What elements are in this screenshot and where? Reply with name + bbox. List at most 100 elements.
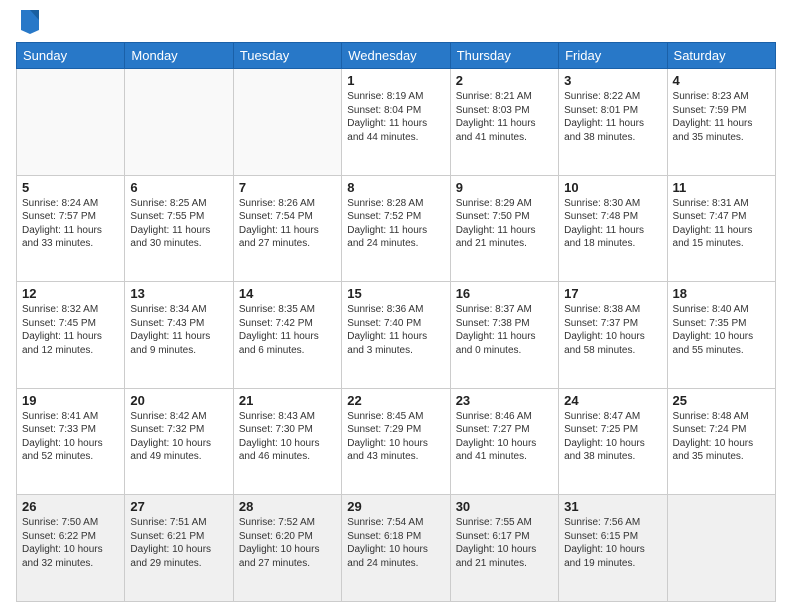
calendar-cell: 27 Sunrise: 7:51 AMSunset: 6:21 PMDayligh…: [125, 495, 233, 602]
calendar-cell: [667, 495, 775, 602]
calendar-cell: 15Sunrise: 8:36 AMSunset: 7:40 PMDayligh…: [342, 282, 450, 389]
cell-content: Sunrise: 8:43 AMSunset: 7:30 PMDaylight:…: [239, 410, 336, 464]
calendar-cell: 29Sunrise: 7:54 AMSunset: 6:18 PMDayligh…: [342, 495, 450, 602]
day-number: 9: [456, 180, 553, 195]
calendar-cell: 8Sunrise: 8:28 AMSunset: 7:52 PMDaylight…: [342, 175, 450, 282]
day-number: 28: [239, 499, 336, 514]
cell-content: Sunrise: 7:51 AMSunset: 6:21 PMDaylight:…: [130, 516, 227, 570]
calendar-cell: 25 Sunrise: 8:48 AMSunset: 7:24 PMDayligh…: [667, 388, 775, 495]
calendar-cell: 21Sunrise: 8:43 AMSunset: 7:30 PMDayligh…: [233, 388, 341, 495]
calendar-cell: 10Sunrise: 8:30 AMSunset: 7:48 PMDayligh…: [559, 175, 667, 282]
day-number: 13: [130, 286, 227, 301]
calendar-cell: 20 Sunrise: 8:42 AMSunset: 7:32 PMDayligh…: [125, 388, 233, 495]
calendar-header-sunday: Sunday: [17, 43, 125, 69]
cell-content: Sunrise: 8:31 AMSunset: 7:47 PMDaylight:…: [673, 197, 770, 251]
cell-content: Sunrise: 8:35 AMSunset: 7:42 PMDaylight:…: [239, 303, 336, 357]
calendar-cell: 17 Sunrise: 8:38 AMSunset: 7:37 PMDayligh…: [559, 282, 667, 389]
cell-content: Sunrise: 8:28 AMSunset: 7:52 PMDaylight:…: [347, 197, 444, 251]
day-number: 17: [564, 286, 661, 301]
cell-content: Sunrise: 8:38 AMSunset: 7:37 PMDaylight:…: [564, 303, 661, 357]
calendar-cell: 13 Sunrise: 8:34 AMSunset: 7:43 PMDayligh…: [125, 282, 233, 389]
day-number: 31: [564, 499, 661, 514]
cell-content: Sunrise: 8:45 AMSunset: 7:29 PMDaylight:…: [347, 410, 444, 464]
calendar-header-thursday: Thursday: [450, 43, 558, 69]
logo-icon: [19, 6, 41, 34]
day-number: 18: [673, 286, 770, 301]
cell-content: Sunrise: 8:32 AMSunset: 7:45 PMDaylight:…: [22, 303, 119, 357]
cell-content: Sunrise: 7:56 AMSunset: 6:15 PMDaylight:…: [564, 516, 661, 570]
calendar-cell: 23 Sunrise: 8:46 AMSunset: 7:27 PMDayligh…: [450, 388, 558, 495]
calendar-cell: 6 Sunrise: 8:25 AMSunset: 7:55 PMDaylight…: [125, 175, 233, 282]
cell-content: Sunrise: 8:47 AMSunset: 7:25 PMDaylight:…: [564, 410, 661, 464]
calendar-header-monday: Monday: [125, 43, 233, 69]
calendar-cell: 3Sunrise: 8:22 AMSunset: 8:01 PMDaylight…: [559, 69, 667, 176]
cell-content: Sunrise: 8:29 AMSunset: 7:50 PMDaylight:…: [456, 197, 553, 251]
day-number: 16: [456, 286, 553, 301]
cell-content: Sunrise: 8:48 AMSunset: 7:24 PMDaylight:…: [673, 410, 770, 464]
calendar-cell: 2 Sunrise: 8:21 AMSunset: 8:03 PMDaylight…: [450, 69, 558, 176]
calendar-cell: 22 Sunrise: 8:45 AMSunset: 7:29 PMDayligh…: [342, 388, 450, 495]
day-number: 2: [456, 73, 553, 88]
day-number: 26: [22, 499, 119, 514]
calendar-cell: 11 Sunrise: 8:31 AMSunset: 7:47 PMDayligh…: [667, 175, 775, 282]
cell-content: Sunrise: 7:50 AMSunset: 6:22 PMDaylight:…: [22, 516, 119, 570]
calendar-cell: 30 Sunrise: 7:55 AMSunset: 6:17 PMDayligh…: [450, 495, 558, 602]
calendar-week-row: 5Sunrise: 8:24 AMSunset: 7:57 PMDaylight…: [17, 175, 776, 282]
page: SundayMondayTuesdayWednesdayThursdayFrid…: [0, 0, 792, 612]
calendar-table: SundayMondayTuesdayWednesdayThursdayFrid…: [16, 42, 776, 602]
day-number: 6: [130, 180, 227, 195]
calendar-cell: 7 Sunrise: 8:26 AMSunset: 7:54 PMDaylight…: [233, 175, 341, 282]
calendar-cell: 28 Sunrise: 7:52 AMSunset: 6:20 PMDayligh…: [233, 495, 341, 602]
day-number: 20: [130, 393, 227, 408]
day-number: 12: [22, 286, 119, 301]
cell-content: Sunrise: 8:37 AMSunset: 7:38 PMDaylight:…: [456, 303, 553, 357]
cell-content: Sunrise: 8:26 AMSunset: 7:54 PMDaylight:…: [239, 197, 336, 251]
logo: [16, 10, 41, 34]
calendar-cell: 4Sunrise: 8:23 AMSunset: 7:59 PMDaylight…: [667, 69, 775, 176]
cell-content: Sunrise: 8:34 AMSunset: 7:43 PMDaylight:…: [130, 303, 227, 357]
calendar-cell: [125, 69, 233, 176]
cell-content: Sunrise: 7:54 AMSunset: 6:18 PMDaylight:…: [347, 516, 444, 570]
day-number: 30: [456, 499, 553, 514]
calendar-week-row: 26 Sunrise: 7:50 AMSunset: 6:22 PMDayligh…: [17, 495, 776, 602]
cell-content: Sunrise: 8:22 AMSunset: 8:01 PMDaylight:…: [564, 90, 661, 144]
cell-content: Sunrise: 8:36 AMSunset: 7:40 PMDaylight:…: [347, 303, 444, 357]
day-number: 7: [239, 180, 336, 195]
day-number: 1: [347, 73, 444, 88]
calendar-cell: [17, 69, 125, 176]
day-number: 14: [239, 286, 336, 301]
calendar-cell: [233, 69, 341, 176]
header: [16, 10, 776, 34]
day-number: 19: [22, 393, 119, 408]
day-number: 23: [456, 393, 553, 408]
cell-content: Sunrise: 8:24 AMSunset: 7:57 PMDaylight:…: [22, 197, 119, 251]
calendar-cell: 9 Sunrise: 8:29 AMSunset: 7:50 PMDaylight…: [450, 175, 558, 282]
cell-content: Sunrise: 7:52 AMSunset: 6:20 PMDaylight:…: [239, 516, 336, 570]
cell-content: Sunrise: 8:23 AMSunset: 7:59 PMDaylight:…: [673, 90, 770, 144]
cell-content: Sunrise: 8:40 AMSunset: 7:35 PMDaylight:…: [673, 303, 770, 357]
calendar-week-row: 12 Sunrise: 8:32 AMSunset: 7:45 PMDayligh…: [17, 282, 776, 389]
calendar-header-row: SundayMondayTuesdayWednesdayThursdayFrid…: [17, 43, 776, 69]
day-number: 11: [673, 180, 770, 195]
calendar-week-row: 1 Sunrise: 8:19 AMSunset: 8:04 PMDaylight…: [17, 69, 776, 176]
calendar-header-friday: Friday: [559, 43, 667, 69]
cell-content: Sunrise: 8:25 AMSunset: 7:55 PMDaylight:…: [130, 197, 227, 251]
cell-content: Sunrise: 8:46 AMSunset: 7:27 PMDaylight:…: [456, 410, 553, 464]
day-number: 27: [130, 499, 227, 514]
cell-content: Sunrise: 8:42 AMSunset: 7:32 PMDaylight:…: [130, 410, 227, 464]
calendar-cell: 19 Sunrise: 8:41 AMSunset: 7:33 PMDayligh…: [17, 388, 125, 495]
cell-content: Sunrise: 8:21 AMSunset: 8:03 PMDaylight:…: [456, 90, 553, 144]
calendar-cell: 24Sunrise: 8:47 AMSunset: 7:25 PMDayligh…: [559, 388, 667, 495]
cell-content: Sunrise: 8:41 AMSunset: 7:33 PMDaylight:…: [22, 410, 119, 464]
calendar-cell: 16 Sunrise: 8:37 AMSunset: 7:38 PMDayligh…: [450, 282, 558, 389]
calendar-header-saturday: Saturday: [667, 43, 775, 69]
calendar-cell: 26 Sunrise: 7:50 AMSunset: 6:22 PMDayligh…: [17, 495, 125, 602]
calendar-cell: 12 Sunrise: 8:32 AMSunset: 7:45 PMDayligh…: [17, 282, 125, 389]
cell-content: Sunrise: 7:55 AMSunset: 6:17 PMDaylight:…: [456, 516, 553, 570]
calendar-cell: 14 Sunrise: 8:35 AMSunset: 7:42 PMDayligh…: [233, 282, 341, 389]
cell-content: Sunrise: 8:19 AMSunset: 8:04 PMDaylight:…: [347, 90, 444, 144]
day-number: 22: [347, 393, 444, 408]
calendar-cell: 18 Sunrise: 8:40 AMSunset: 7:35 PMDayligh…: [667, 282, 775, 389]
day-number: 25: [673, 393, 770, 408]
calendar-cell: 5Sunrise: 8:24 AMSunset: 7:57 PMDaylight…: [17, 175, 125, 282]
